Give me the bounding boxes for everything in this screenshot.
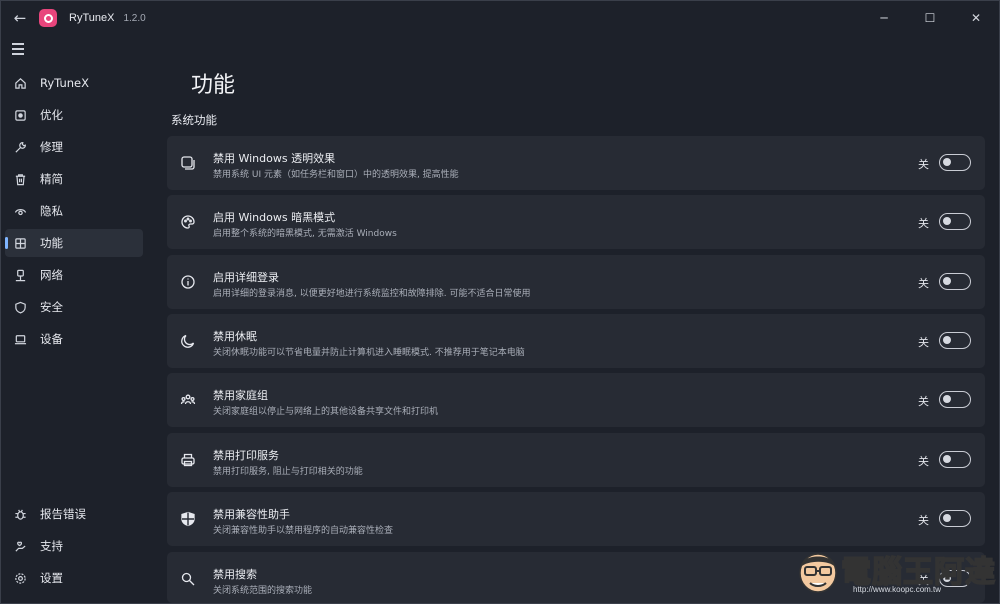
feature-description: 禁用系统 UI 元素（如任务栏和窗口）中的透明效果, 提高性能 <box>213 170 459 180</box>
sidebar-item-label: 安全 <box>40 300 63 314</box>
back-arrow-icon[interactable]: ← <box>1 1 39 35</box>
sidebar-item-label: 网络 <box>40 268 63 282</box>
sidebar-item-label: 修理 <box>40 140 63 154</box>
sidebar-item-label: 隐私 <box>40 204 63 218</box>
toggle-state-label: 关 <box>918 158 929 171</box>
toggle-switch[interactable] <box>939 332 971 349</box>
feature-description: 禁用打印服务, 阻止与打印相关的功能 <box>213 467 363 477</box>
app-version: 1.2.0 <box>123 12 146 24</box>
sidebar-item-label: 优化 <box>40 108 63 122</box>
sidebar-item-privacy[interactable]: 隐私 <box>5 197 143 225</box>
hamburger-menu-icon[interactable] <box>12 43 28 57</box>
mascot-face-icon <box>799 553 837 593</box>
search-icon <box>179 570 197 588</box>
minimize-button[interactable]: ─ <box>861 1 907 35</box>
bug-icon <box>13 507 27 521</box>
feature-card-transparency: 禁用 Windows 透明效果 禁用系统 UI 元素（如任务栏和窗口）中的透明效… <box>167 136 985 190</box>
grid-icon <box>13 236 27 250</box>
network-icon <box>13 268 27 282</box>
sidebar: RyTuneX 优化 修理 精简 隐私 功能 网络 安全 设备 报告错误 支持 … <box>1 35 151 603</box>
sidebar-item-label: 设置 <box>40 571 63 585</box>
close-button[interactable]: ✕ <box>953 1 999 35</box>
toggle-state-label: 关 <box>918 277 929 290</box>
app-logo-icon <box>39 9 57 27</box>
gear-icon <box>13 571 27 585</box>
sidebar-item-optimize[interactable]: 优化 <box>5 101 143 129</box>
sidebar-item-label: 设备 <box>40 332 63 346</box>
home-icon <box>13 76 27 90</box>
feature-title: 禁用兼容性助手 <box>213 508 290 521</box>
sidebar-item-device[interactable]: 设备 <box>5 325 143 353</box>
toggle-switch[interactable] <box>939 391 971 408</box>
sidebar-item-repair[interactable]: 修理 <box>5 133 143 161</box>
section-title: 系统功能 <box>171 113 217 127</box>
info-icon <box>179 273 197 291</box>
palette-icon <box>179 213 197 231</box>
feature-description: 关闭家庭组以停止与网络上的其他设备共享文件和打印机 <box>213 407 439 417</box>
trash-icon <box>13 172 27 186</box>
wrench-icon <box>13 140 27 154</box>
eye-icon <box>13 204 27 218</box>
toggle-switch[interactable] <box>939 154 971 171</box>
feature-description: 关闭兼容性助手以禁用程序的自动兼容性检查 <box>213 526 394 536</box>
feature-card-verbose-login: 启用详细登录 启用详细的登录消息, 以便更好地进行系统监控和故障排除. 可能不适… <box>167 255 985 309</box>
feature-title: 禁用 Windows 透明效果 <box>213 152 336 165</box>
feature-description: 关闭休眠功能可以节省电量并防止计算机进入睡眠模式. 不推荐用于笔记本电脑 <box>213 348 525 358</box>
feature-card-hibernation: 禁用休眠 关闭休眠功能可以节省电量并防止计算机进入睡眠模式. 不推荐用于笔记本电… <box>167 314 985 368</box>
window-controls: ─ ☐ ✕ <box>861 1 999 35</box>
feature-card-compat-assistant: 禁用兼容性助手 关闭兼容性助手以禁用程序的自动兼容性检查 关 <box>167 492 985 546</box>
feature-description: 启用详细的登录消息, 以便更好地进行系统监控和故障排除. 可能不适合日常使用 <box>213 289 531 299</box>
feature-title: 启用详细登录 <box>213 271 279 284</box>
feature-description: 关闭系统范围的搜索功能 <box>213 586 313 596</box>
app-name: RyTuneX <box>69 12 115 24</box>
toggle-state-label: 关 <box>918 217 929 230</box>
watermark: 電腦王阿達 http://www.koopc.com.tw <box>791 545 996 603</box>
sidebar-item-label: 精简 <box>40 172 63 186</box>
shield-check-icon <box>179 510 197 528</box>
shield-icon <box>13 300 27 314</box>
feature-title: 禁用家庭组 <box>213 389 268 402</box>
watermark-url: http://www.koopc.com.tw <box>853 585 942 594</box>
feature-title: 禁用休眠 <box>213 330 257 343</box>
feature-title: 启用 Windows 暗黑模式 <box>213 211 336 224</box>
sidebar-item-home[interactable]: RyTuneX <box>5 69 143 97</box>
hand-heart-icon <box>13 539 27 553</box>
sidebar-item-label: 报告错误 <box>40 507 86 521</box>
people-icon <box>179 391 197 409</box>
toggle-state-label: 关 <box>918 395 929 408</box>
sidebar-item-security[interactable]: 安全 <box>5 293 143 321</box>
sidebar-item-network[interactable]: 网络 <box>5 261 143 289</box>
toggle-switch[interactable] <box>939 451 971 468</box>
moon-icon <box>179 332 197 350</box>
sidebar-item-debloat[interactable]: 精简 <box>5 165 143 193</box>
sidebar-item-report-bug[interactable]: 报告错误 <box>5 500 143 528</box>
sidebar-item-label: 功能 <box>40 236 63 250</box>
app-window: ← RyTuneX 1.2.0 ─ ☐ ✕ RyTuneX 优化 修理 精简 隐… <box>0 0 1000 604</box>
title-bar: ← RyTuneX 1.2.0 ─ ☐ ✕ <box>1 1 999 35</box>
toggle-state-label: 关 <box>918 336 929 349</box>
sidebar-item-support[interactable]: 支持 <box>5 532 143 560</box>
sidebar-item-features[interactable]: 功能 <box>5 229 143 257</box>
toggle-state-label: 关 <box>918 455 929 468</box>
feature-title: 禁用搜索 <box>213 568 257 581</box>
toggle-switch[interactable] <box>939 273 971 290</box>
feature-description: 启用整个系统的暗黑模式, 无需激活 Windows <box>213 229 397 239</box>
feature-card-print-service: 禁用打印服务 禁用打印服务, 阻止与打印相关的功能 关 <box>167 433 985 487</box>
optimize-icon <box>13 108 27 122</box>
sidebar-item-label: 支持 <box>40 539 63 553</box>
maximize-button[interactable]: ☐ <box>907 1 953 35</box>
toggle-state-label: 关 <box>918 514 929 527</box>
sidebar-item-label: RyTuneX <box>40 76 89 90</box>
page-title: 功能 <box>191 73 236 98</box>
feature-card-dark-mode: 启用 Windows 暗黑模式 启用整个系统的暗黑模式, 无需激活 Window… <box>167 195 985 249</box>
printer-icon <box>179 451 197 469</box>
toggle-switch[interactable] <box>939 510 971 527</box>
feature-title: 禁用打印服务 <box>213 449 279 462</box>
toggle-switch[interactable] <box>939 213 971 230</box>
laptop-icon <box>13 332 27 346</box>
transparency-icon <box>179 154 197 172</box>
feature-card-homegroup: 禁用家庭组 关闭家庭组以停止与网络上的其他设备共享文件和打印机 关 <box>167 373 985 427</box>
sidebar-item-settings[interactable]: 设置 <box>5 564 143 592</box>
